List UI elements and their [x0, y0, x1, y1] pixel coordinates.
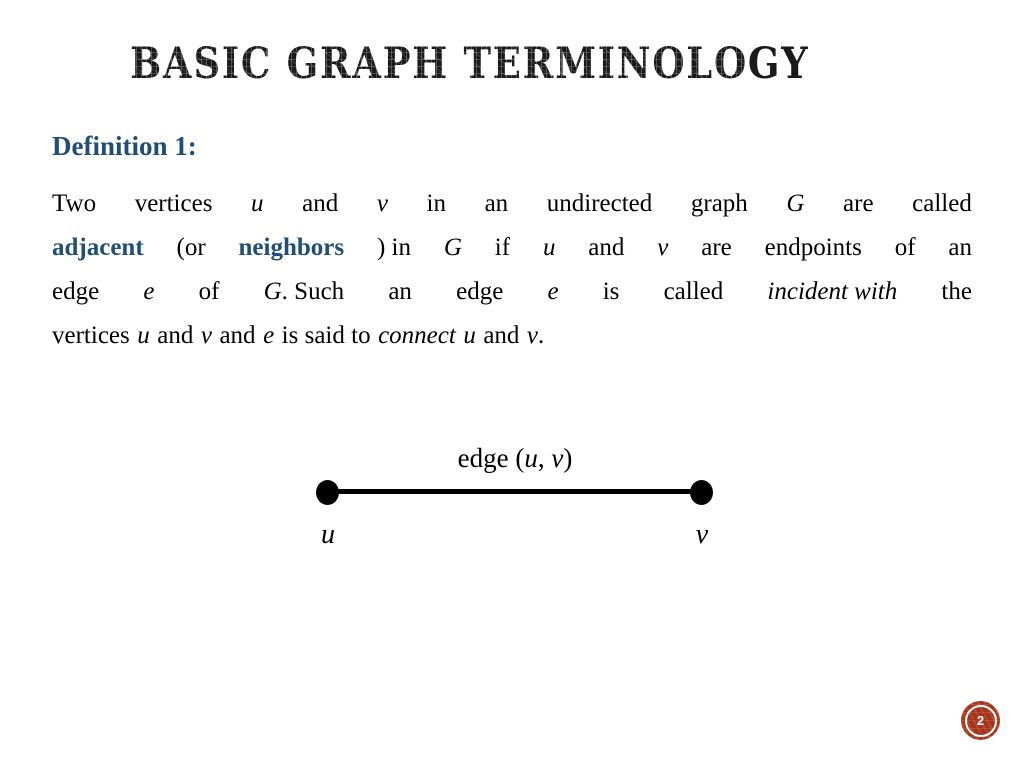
- text-token: .: [538, 322, 545, 349]
- definition-paragraph: Two vertices u and v in an undirected gr…: [52, 182, 972, 358]
- edge-label: edge (u, v): [300, 442, 730, 474]
- text-token: endpoints: [764, 234, 862, 261]
- text-token: in: [426, 190, 446, 217]
- text-token: and: [483, 322, 520, 349]
- text-token: . Such: [281, 278, 345, 305]
- text-token: undirected: [546, 190, 653, 217]
- math-var-e: e: [143, 278, 155, 305]
- text-token: Two: [52, 190, 97, 217]
- edge-label-close-paren: ): [563, 443, 573, 473]
- text-token: the: [941, 278, 972, 305]
- emphasis-incident-with: incident with: [767, 278, 898, 305]
- vertex-label-v: v: [695, 519, 709, 550]
- graph-vertex-v: [690, 480, 713, 505]
- math-var-g: G: [443, 234, 462, 261]
- page-number: 2: [976, 713, 985, 728]
- text-token: an: [484, 190, 509, 217]
- slide-title-container: Basic Graph Terminology: [130, 40, 830, 96]
- text-token: are: [701, 234, 732, 261]
- text-token: ) in: [376, 234, 412, 261]
- paragraph-line-3: edge e of G. Such an edge e is called in…: [52, 270, 972, 314]
- edge-label-open-paren: (: [515, 443, 525, 473]
- math-var-v: v: [526, 322, 539, 349]
- edge-label-word: edge: [457, 443, 509, 473]
- graph-diagram: edge (u, v) u v: [300, 430, 730, 570]
- text-group-v-period: v.: [527, 314, 544, 358]
- text-token: called: [663, 278, 724, 305]
- math-var-u: u: [542, 234, 556, 261]
- text-token: edge: [52, 278, 100, 305]
- math-var-v: v: [551, 443, 564, 473]
- graph-vertex-u: [316, 480, 339, 505]
- math-var-e: e: [263, 322, 275, 349]
- text-token: of: [198, 278, 220, 305]
- text-token: vertices: [134, 190, 213, 217]
- math-var-v: v: [657, 234, 669, 261]
- text-token: vertices: [52, 322, 130, 349]
- math-var-v: v: [200, 322, 212, 349]
- edge-label-comma: ,: [537, 443, 552, 473]
- page-number-badge: 2: [961, 701, 1000, 740]
- text-token: and: [588, 234, 625, 261]
- vertex-label-u: u: [321, 519, 335, 550]
- text-group-g-period: G. Such: [264, 270, 345, 314]
- paragraph-line-2: adjacent (or neighbors ) in G if u and v…: [52, 226, 972, 270]
- text-token: called: [912, 190, 972, 217]
- math-var-u: u: [524, 443, 538, 473]
- text-token: are: [843, 190, 874, 217]
- text-token: an: [388, 278, 412, 305]
- slide-canvas: Basic Graph Terminology Definition 1: Tw…: [0, 0, 1024, 768]
- text-token: (or: [176, 234, 206, 261]
- text-token: and: [157, 322, 194, 349]
- math-var-u: u: [463, 322, 476, 349]
- math-var-e: e: [547, 278, 559, 305]
- keyword-neighbors: neighbors: [238, 234, 345, 261]
- keyword-adjacent: adjacent: [52, 234, 144, 261]
- text-token: an: [948, 234, 972, 261]
- text-token: is said to: [281, 322, 371, 349]
- math-var-v: v: [376, 190, 388, 217]
- math-var-g: G: [263, 278, 282, 305]
- math-var-u: u: [251, 190, 264, 217]
- paragraph-line-4: vertices u and v and e is said to connec…: [52, 314, 972, 358]
- definition-heading: Definition 1:: [52, 131, 197, 161]
- text-token: and: [302, 190, 339, 217]
- text-token: and: [219, 322, 256, 349]
- graph-edge: [326, 489, 706, 494]
- math-var-u: u: [137, 322, 150, 349]
- emphasis-connect: connect: [378, 322, 456, 349]
- text-token: if: [494, 234, 511, 261]
- paragraph-line-1: Two vertices u and v in an undirected gr…: [52, 182, 972, 226]
- page-title: Basic Graph Terminology: [130, 39, 810, 89]
- text-token: of: [894, 234, 916, 261]
- math-var-g: G: [786, 190, 805, 217]
- text-token: edge: [456, 278, 504, 305]
- text-token: graph: [690, 190, 748, 217]
- text-token: is: [602, 278, 620, 305]
